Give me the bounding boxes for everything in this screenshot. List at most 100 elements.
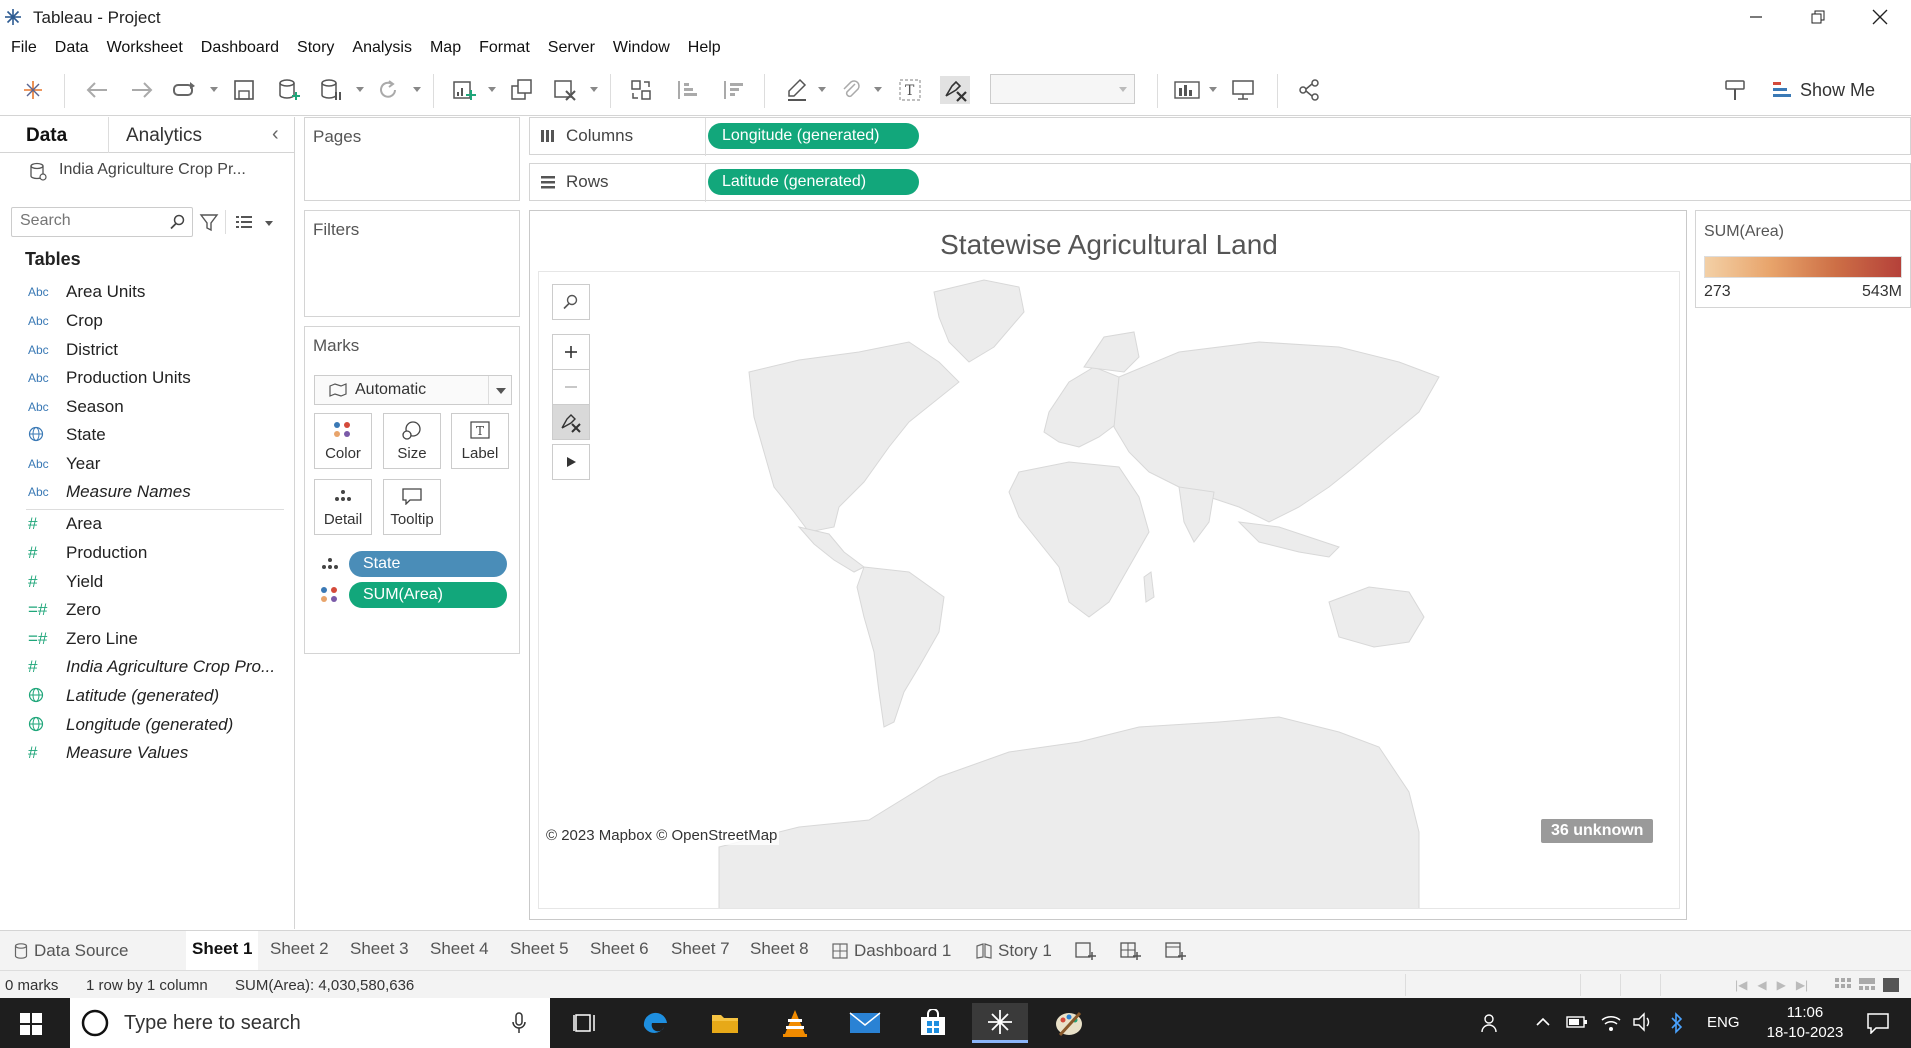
bluetooth-icon[interactable] [1670, 1012, 1684, 1039]
pause-updates-button[interactable] [316, 76, 346, 104]
menu-story[interactable]: Story [297, 39, 334, 57]
field-year[interactable]: Abc Year [28, 451, 288, 477]
field-measure-names[interactable]: Abc Measure Names [28, 479, 288, 505]
duplicate-sheet-button[interactable] [507, 76, 537, 104]
tab-data-source[interactable]: Data Source [14, 941, 129, 961]
rows-shelf[interactable]: Rows Latitude (generated) [529, 163, 1911, 202]
field-yield[interactable]: # Yield [28, 569, 288, 595]
previous-sheet-icon[interactable]: ◀ [1757, 978, 1766, 992]
menu-server[interactable]: Server [548, 39, 595, 57]
microphone-icon[interactable] [512, 1012, 526, 1034]
new-story-tab-button[interactable] [1165, 941, 1187, 966]
tab-story-1[interactable]: Story 1 [976, 941, 1052, 961]
paint-app[interactable] [1041, 1003, 1097, 1043]
datasource-name[interactable]: India Agriculture Crop Pr... [59, 161, 246, 179]
menu-dashboard[interactable]: Dashboard [201, 39, 279, 57]
clear-sheet-button[interactable] [550, 76, 580, 104]
presentation-mode-button[interactable] [1172, 76, 1202, 104]
filter-icon[interactable] [199, 213, 219, 233]
pages-card[interactable]: Pages [304, 117, 520, 201]
new-worksheet-button[interactable] [449, 76, 479, 104]
format-painter-button[interactable] [1720, 76, 1750, 104]
field-crop[interactable]: Abc Crop [28, 308, 288, 334]
tab-sheet-4[interactable]: Sheet 4 [430, 939, 489, 959]
field-state[interactable]: State [28, 422, 288, 448]
collapse-pane-icon[interactable]: ‹ [272, 123, 279, 146]
edge-app[interactable] [627, 1003, 683, 1043]
grid-view-icon[interactable] [1835, 978, 1851, 992]
refresh-button[interactable] [373, 76, 403, 104]
field-district[interactable]: Abc District [28, 337, 288, 363]
chevron-down-icon[interactable] [265, 221, 273, 226]
latitude-pill[interactable]: Latitude (generated) [708, 169, 919, 195]
unknown-indicator[interactable]: 36 unknown [1541, 819, 1654, 843]
menu-worksheet[interactable]: Worksheet [107, 39, 183, 57]
color-button[interactable]: Color [314, 413, 372, 469]
menu-format[interactable]: Format [479, 39, 530, 57]
tab-sheet-3[interactable]: Sheet 3 [350, 939, 409, 959]
field-zero[interactable]: =# Zero [28, 597, 288, 623]
zoom-out-button[interactable] [552, 369, 590, 405]
first-sheet-icon[interactable]: |◀ [1735, 978, 1747, 992]
start-button[interactable] [20, 1013, 42, 1040]
menu-window[interactable]: Window [613, 39, 670, 57]
vlc-app[interactable] [767, 1003, 823, 1043]
field-longitude[interactable]: Longitude (generated) [28, 712, 288, 738]
color-legend[interactable]: SUM(Area) 273 543M [1695, 210, 1911, 308]
mark-type-dropdown[interactable]: Automatic [314, 375, 512, 405]
tab-sheet-6[interactable]: Sheet 6 [590, 939, 649, 959]
store-app[interactable] [905, 1003, 961, 1043]
map-search-button[interactable] [552, 284, 590, 320]
map-attribution[interactable]: © 2023 Mapbox © OpenStreetMap [544, 826, 780, 845]
filmstrip-view-icon[interactable] [1859, 978, 1875, 992]
notifications-button[interactable] [1866, 1012, 1890, 1039]
highlight-button[interactable] [782, 76, 812, 104]
reset-map-button[interactable] [552, 404, 590, 440]
field-area[interactable]: # Area [28, 511, 288, 537]
menu-file[interactable]: File [11, 39, 37, 57]
tray-overflow-icon[interactable] [1535, 1014, 1551, 1035]
battery-icon[interactable] [1566, 1014, 1588, 1035]
task-view-button[interactable] [557, 1003, 613, 1043]
view-options-icon[interactable] [235, 214, 253, 230]
search-field[interactable] [11, 207, 193, 237]
redo-button[interactable] [127, 76, 157, 104]
restore-button[interactable] [1787, 0, 1849, 34]
people-icon[interactable] [1480, 1012, 1502, 1039]
tooltip-button[interactable]: Tooltip [383, 479, 441, 535]
show-mark-labels-button[interactable]: T [895, 76, 925, 104]
new-datasource-button[interactable] [274, 76, 304, 104]
tab-sheet-2[interactable]: Sheet 2 [270, 939, 329, 959]
replay-button[interactable] [170, 76, 200, 104]
tabs-view-icon[interactable] [1883, 978, 1899, 992]
undo-button[interactable] [82, 76, 112, 104]
menu-map[interactable]: Map [430, 39, 461, 57]
last-sheet-icon[interactable]: ▶| [1796, 978, 1808, 992]
state-detail-pill[interactable]: State [349, 551, 507, 577]
tab-analytics[interactable]: Analytics [126, 125, 202, 147]
tab-sheet-1[interactable]: Sheet 1 [186, 931, 259, 971]
file-explorer-app[interactable] [697, 1003, 753, 1043]
field-production[interactable]: # Production [28, 540, 288, 566]
field-record-count[interactable]: # India Agriculture Crop Pro... [28, 654, 288, 680]
mail-app[interactable] [837, 1003, 893, 1043]
clock[interactable]: 11:06 18-10-2023 [1755, 1003, 1855, 1043]
field-production-units[interactable]: Abc Production Units [28, 365, 288, 391]
tableau-start-button[interactable] [18, 76, 48, 104]
zoom-in-button[interactable] [552, 334, 590, 370]
group-members-button[interactable] [836, 76, 866, 104]
field-zero-line[interactable]: =# Zero Line [28, 626, 288, 652]
expand-toolbar-button[interactable] [552, 444, 590, 480]
sum-area-color-pill[interactable]: SUM(Area) [349, 582, 507, 608]
sort-ascending-button[interactable] [672, 76, 702, 104]
field-latitude[interactable]: Latitude (generated) [28, 683, 288, 709]
menu-help[interactable]: Help [688, 39, 721, 57]
tab-data[interactable]: Data [26, 125, 67, 147]
next-sheet-icon[interactable]: ▶ [1777, 978, 1786, 992]
longitude-pill[interactable]: Longitude (generated) [708, 123, 919, 149]
share-button[interactable] [1294, 76, 1324, 104]
language-indicator[interactable]: ENG [1707, 1014, 1740, 1031]
size-button[interactable]: Size [383, 413, 441, 469]
tab-sheet-7[interactable]: Sheet 7 [671, 939, 730, 959]
sort-descending-button[interactable] [718, 76, 748, 104]
